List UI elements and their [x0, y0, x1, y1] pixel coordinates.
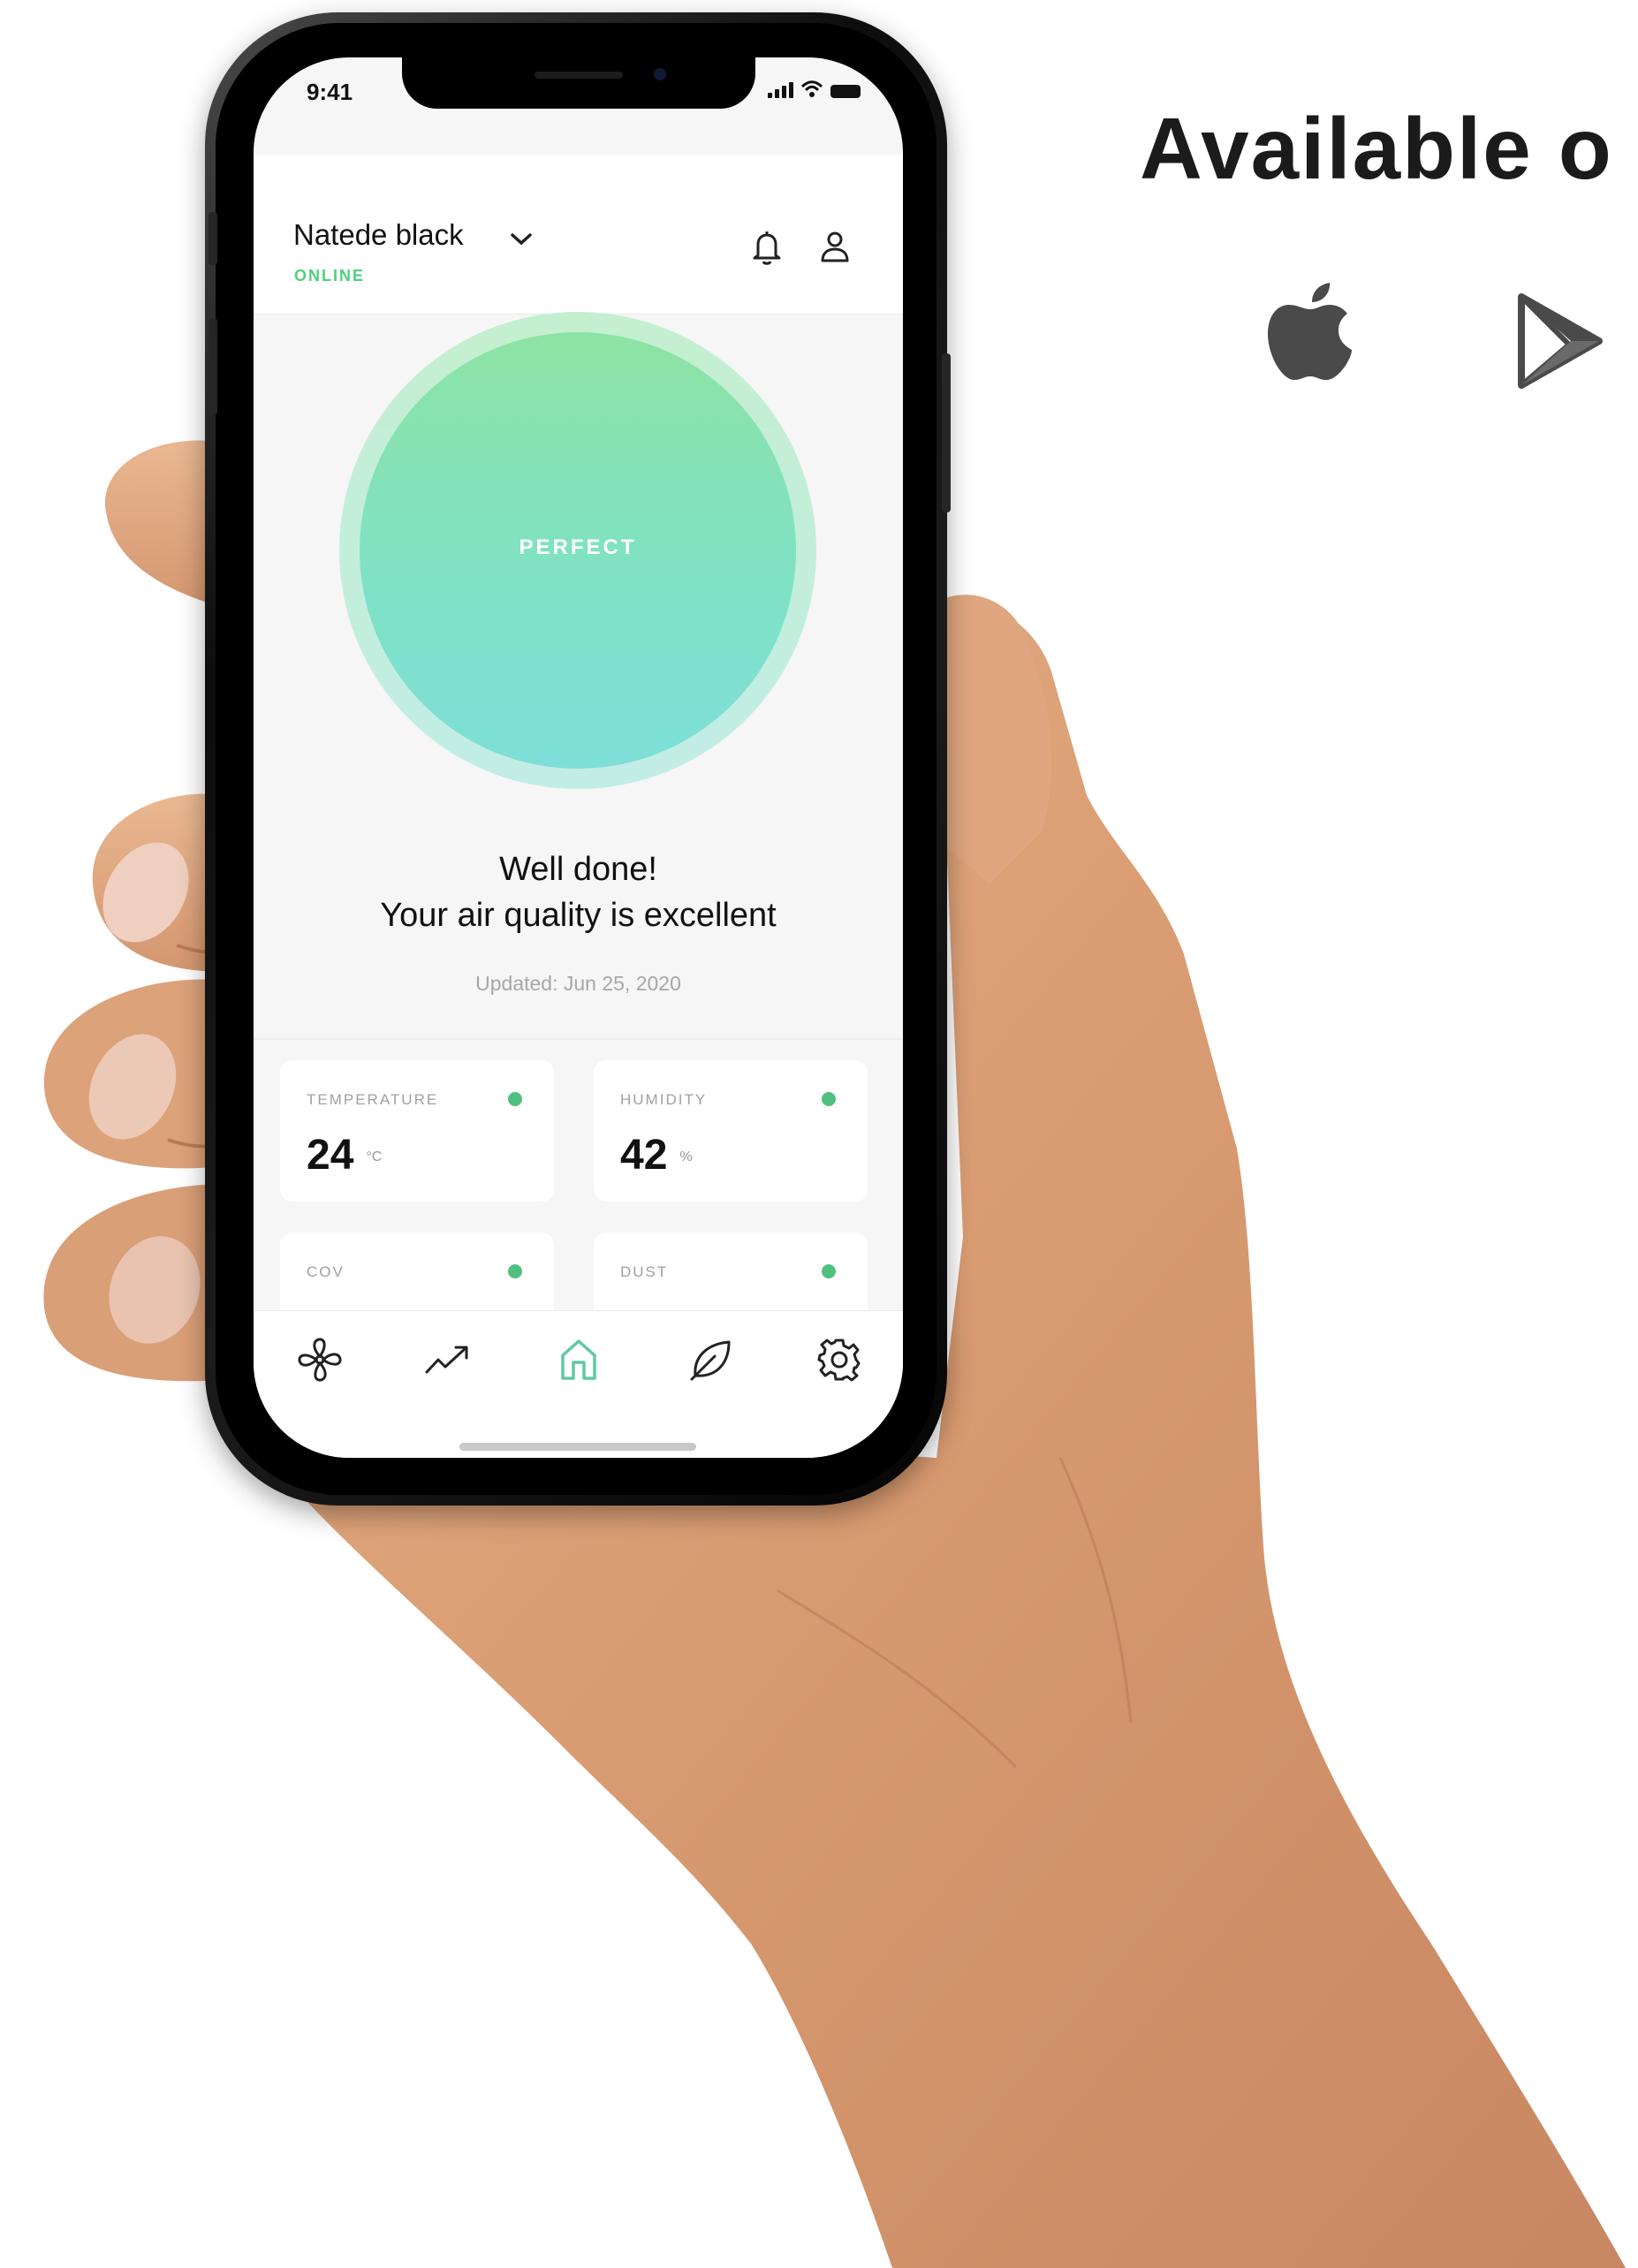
- metric-label: HUMIDITY: [620, 1091, 708, 1108]
- metric-card-temperature[interactable]: TEMPERATURE 24 °C: [280, 1060, 554, 1202]
- chevron-down-icon[interactable]: [510, 232, 533, 247]
- battery-icon: [830, 85, 861, 98]
- volume-up-button: [209, 318, 217, 415]
- air-quality-gauge: PERFECT: [360, 332, 796, 769]
- tab-stats[interactable]: [417, 1329, 479, 1391]
- signal-icon: [768, 82, 793, 98]
- gear-icon: [817, 1339, 861, 1382]
- metric-value: 24: [307, 1132, 354, 1179]
- metric-label: TEMPERATURE: [307, 1091, 439, 1108]
- metric-value: 42: [620, 1132, 668, 1179]
- status-time: 9:41: [307, 79, 353, 105]
- device-name[interactable]: Natede black: [293, 218, 464, 252]
- trend-icon: [425, 1346, 468, 1374]
- tab-bar: [254, 1310, 903, 1458]
- power-button: [942, 353, 951, 512]
- gauge-label: PERFECT: [519, 535, 637, 559]
- updated-date: Updated: Jun 25, 2020: [475, 972, 681, 995]
- metric-card-humidity[interactable]: HUMIDITY 42%: [594, 1060, 868, 1202]
- tab-settings[interactable]: [808, 1329, 870, 1391]
- status-dot: [508, 1264, 522, 1278]
- status-dot: [822, 1264, 836, 1278]
- wifi-icon: [800, 80, 823, 97]
- summary-subtitle: Your air quality is excellent: [380, 897, 777, 934]
- metric-unit: °C: [366, 1149, 383, 1165]
- metric-label: DUST: [620, 1263, 669, 1280]
- tab-home[interactable]: [548, 1329, 610, 1391]
- leaf-icon: [690, 1340, 731, 1381]
- home-indicator[interactable]: [459, 1443, 696, 1451]
- app-header: Natede black ONLINE: [254, 155, 903, 315]
- metric-unit: %: [679, 1149, 693, 1165]
- tab-fan[interactable]: [289, 1329, 351, 1391]
- phone-notch: [402, 57, 755, 109]
- tab-eco[interactable]: [680, 1329, 742, 1391]
- bell-icon[interactable]: [751, 229, 783, 266]
- device-status: ONLINE: [294, 267, 366, 284]
- divider: [254, 1038, 903, 1040]
- status-icons: [768, 80, 861, 98]
- home-icon: [561, 1339, 596, 1380]
- user-icon[interactable]: [819, 229, 851, 264]
- metric-label: COV: [307, 1263, 345, 1280]
- app-screen: 9:41 Natede black ONLINE PERFECT Well do…: [254, 57, 903, 1458]
- summary-title: Well done!: [499, 851, 657, 888]
- status-dot: [822, 1092, 836, 1106]
- mute-switch: [209, 212, 217, 265]
- status-dot: [508, 1092, 522, 1106]
- fan-icon: [298, 1338, 342, 1382]
